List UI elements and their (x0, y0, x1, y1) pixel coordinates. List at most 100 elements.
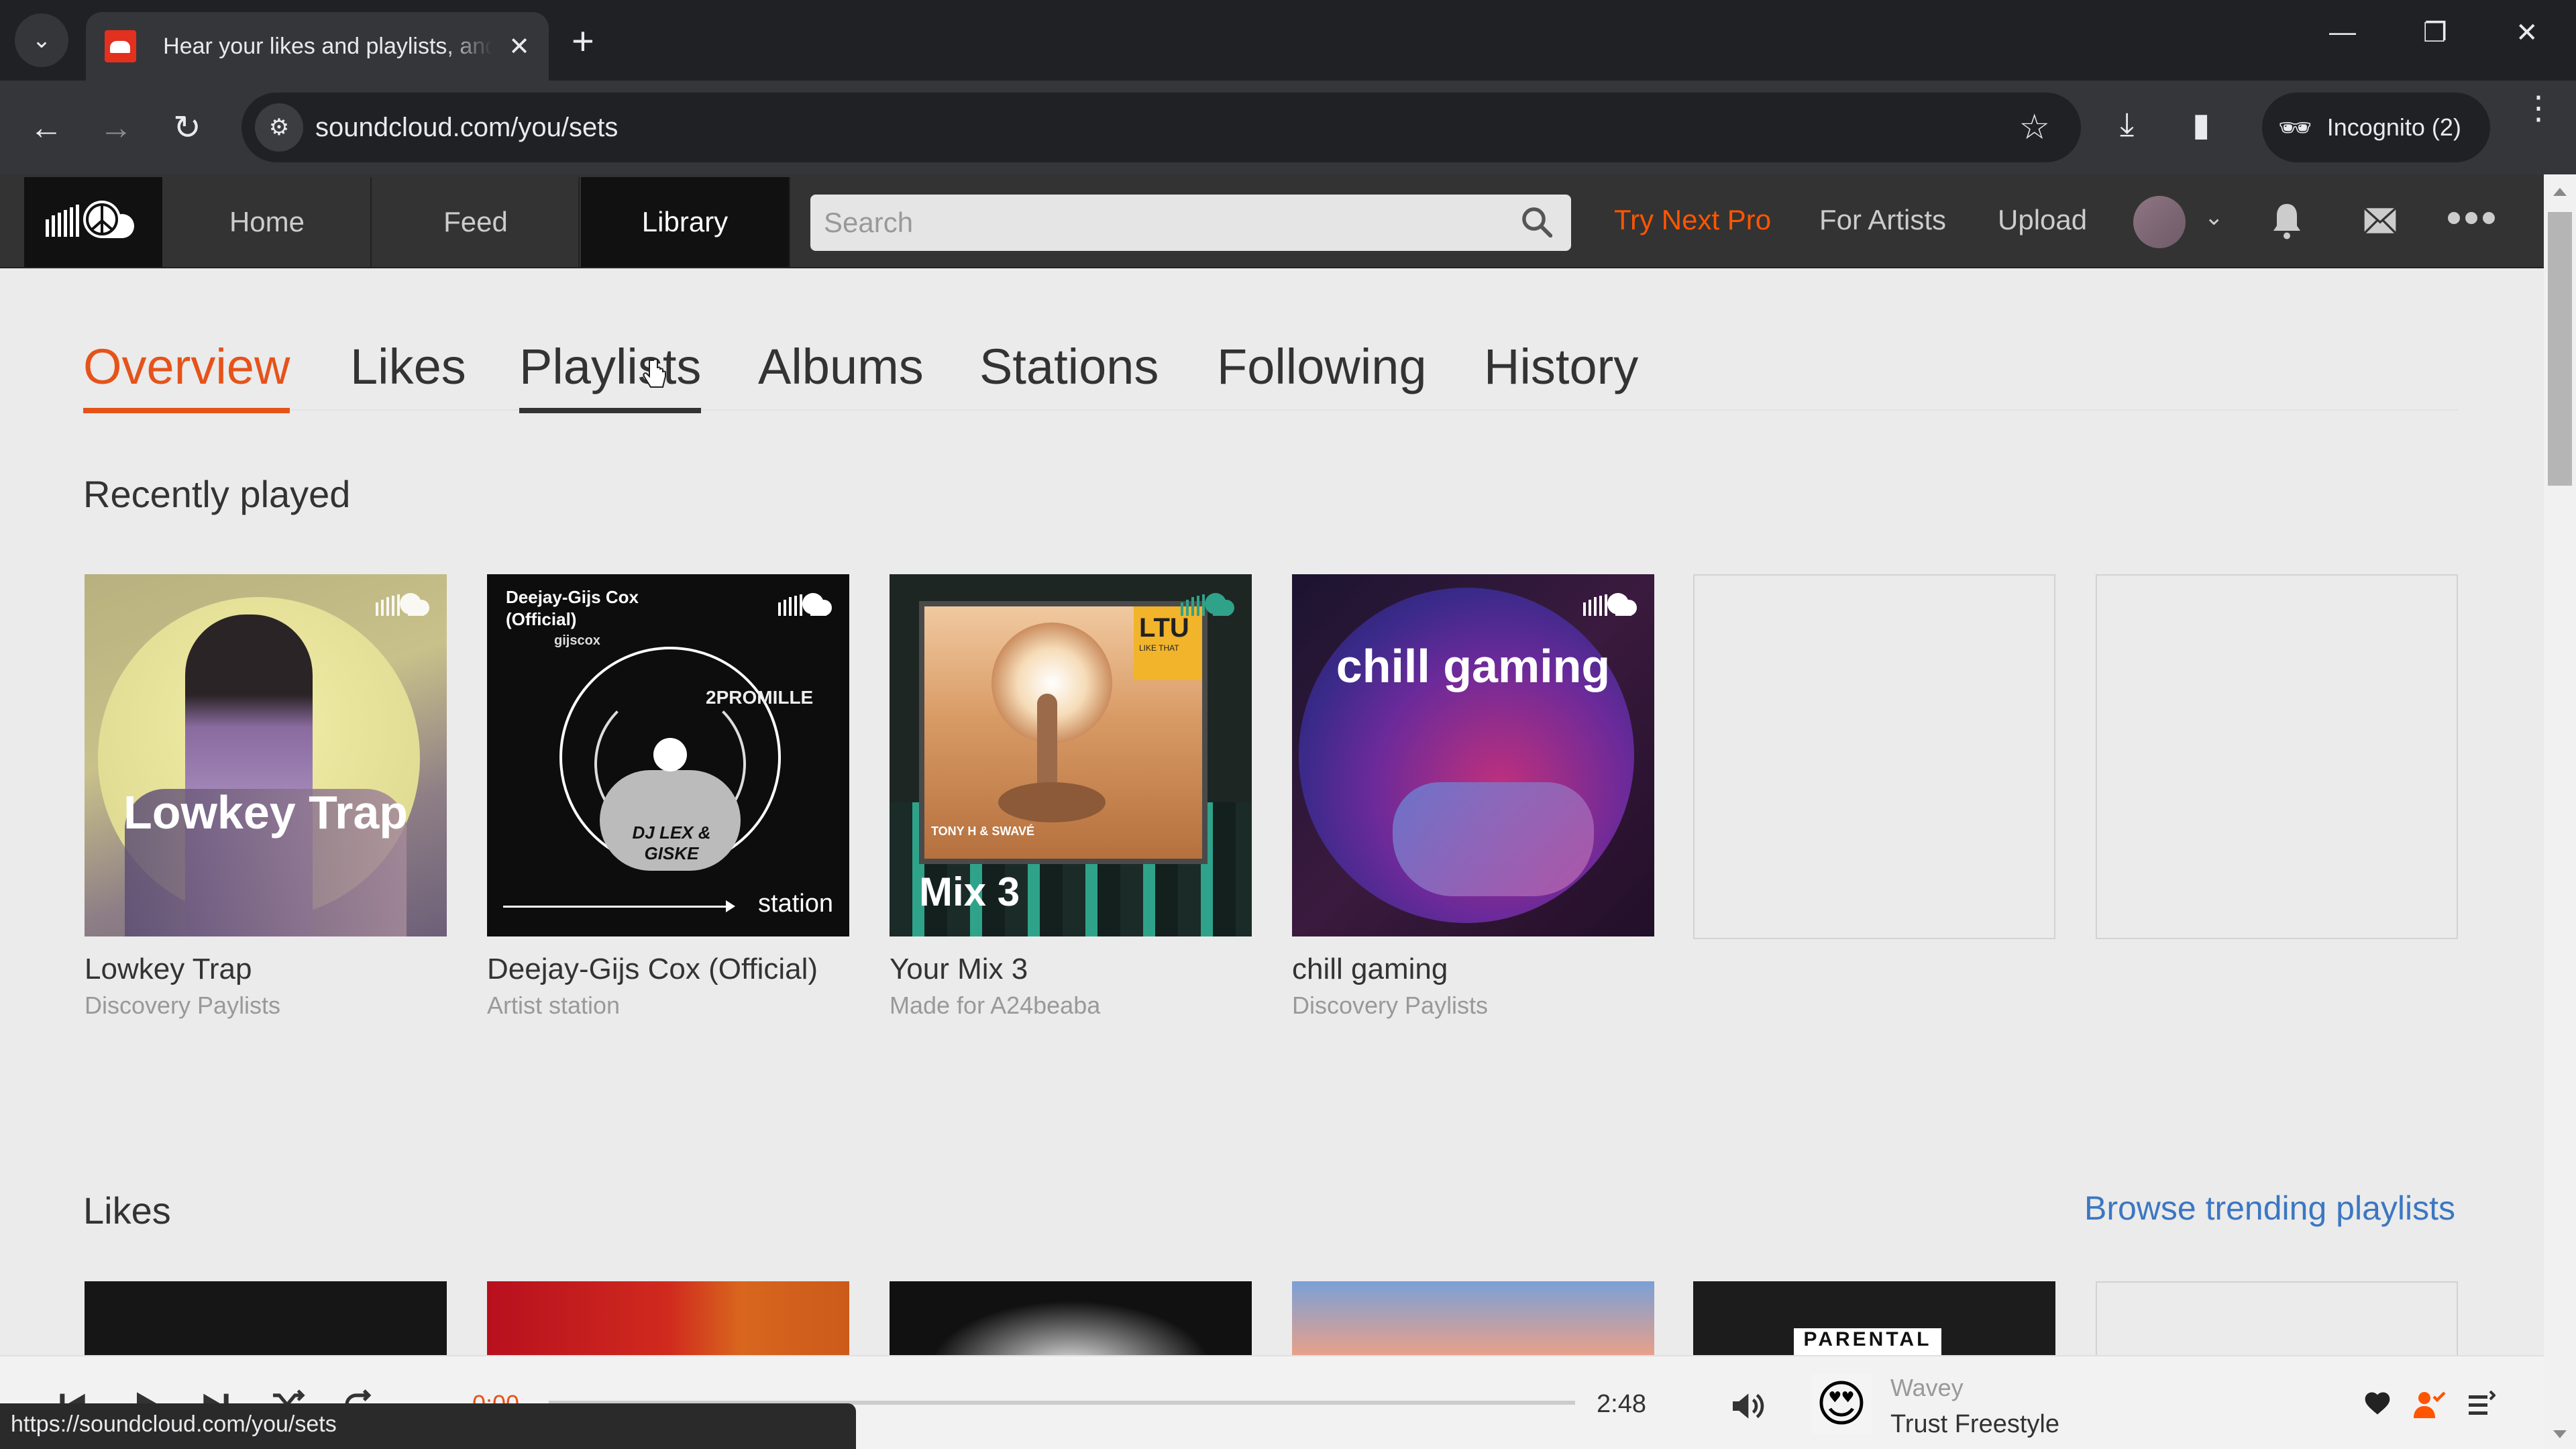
likes-heading: Likes (83, 1189, 171, 1232)
tab-title: Hear your likes and playlists, and more (163, 33, 493, 59)
recent-card[interactable]: Deejay-Gijs Cox (Official) gijscox DJ LE… (487, 574, 849, 1020)
soundcloud-mark-icon (1181, 593, 1234, 616)
card-subtitle[interactable]: Discovery Paylists (85, 991, 447, 1020)
user-avatar[interactable] (2133, 196, 2186, 248)
incognito-badge[interactable]: 🕶 Incognito (2) (2262, 93, 2490, 162)
recent-card[interactable]: Lowkey Trap Lowkey Trap Discovery Paylis… (85, 574, 447, 1020)
site-info-button[interactable]: ⚙ (255, 103, 303, 152)
card-title[interactable]: chill gaming (1292, 953, 1654, 986)
kebab-menu-icon: ⋮ (2522, 91, 2555, 126)
library-tabs: Overview Likes Playlists Albums Stations… (83, 337, 2458, 413)
now-playing-artwork[interactable]: 😍 (1811, 1374, 1872, 1434)
soundcloud-logo[interactable] (24, 177, 162, 267)
playlist-artwork[interactable]: chill gaming (1292, 574, 1654, 936)
heart-eyes-emoji-icon: 😍 (1815, 1376, 1868, 1432)
forward-button[interactable]: → (99, 109, 133, 146)
card-title[interactable]: Deejay-Gijs Cox (Official) (487, 953, 849, 986)
artwork-text: Lowkey Trap (123, 786, 409, 839)
nav-library[interactable]: Library (581, 177, 790, 267)
now-playing-title[interactable]: Trust Freestyle (1890, 1410, 2059, 1439)
search-input[interactable] (824, 201, 1495, 244)
following-user-icon[interactable] (2411, 1389, 2446, 1421)
page-scrollbar[interactable] (2544, 174, 2576, 1449)
artwork-header: Deejay-Gijs Cox (Official) (506, 587, 639, 629)
tab-stations[interactable]: Stations (979, 337, 1159, 408)
card-subtitle[interactable]: Made for A24beaba (890, 991, 1252, 1020)
card-title[interactable]: Lowkey Trap (85, 953, 447, 986)
arrow-right-icon: → (99, 109, 133, 146)
reload-button[interactable]: ↻ (173, 109, 201, 146)
soundcloud-mark-icon (376, 593, 429, 616)
library-page: Overview Likes Playlists Albums Stations… (0, 270, 2544, 1355)
volume-icon[interactable] (1727, 1387, 1767, 1425)
liked-track-artwork[interactable] (487, 1281, 849, 1355)
restore-button[interactable]: ❐ (2423, 17, 2447, 48)
card-subtitle[interactable]: Discovery Paylists (1292, 991, 1654, 1020)
hand-cursor-icon (643, 358, 666, 388)
artwork-logo-text: 2PROMILLE (706, 687, 814, 708)
reload-icon: ↻ (173, 109, 201, 146)
mail-icon[interactable] (2361, 200, 2399, 241)
close-window-button[interactable]: ✕ (2516, 17, 2538, 48)
tab-list-button[interactable]: ⌄ (15, 13, 68, 67)
card-subtitle[interactable]: Artist station (487, 991, 849, 1020)
mix-artwork[interactable]: LTU LIKE THAT TONY H & SWAVÉ Mix 3 (890, 574, 1252, 936)
address-bar[interactable]: ⚙ soundcloud.com/you/sets ☆ (241, 93, 2081, 162)
empty-artwork (2096, 574, 2458, 939)
back-button[interactable]: ← (30, 109, 63, 146)
bookmark-button[interactable]: ☆ (2019, 107, 2050, 148)
soundcloud-mark-icon (778, 593, 832, 616)
tab-likes[interactable]: Likes (350, 337, 466, 408)
recently-played-heading: Recently played (83, 473, 351, 515)
recent-card[interactable]: chill gaming chill gaming Discovery Payl… (1292, 574, 1654, 1020)
url-text[interactable]: soundcloud.com/you/sets (315, 113, 618, 143)
minimize-icon: — (2329, 17, 2356, 47)
parental-advisory-label: PARENTAL (1794, 1328, 1941, 1355)
search-box (810, 195, 1571, 251)
link-status-bubble: https://soundcloud.com/you/sets (0, 1403, 856, 1449)
nav-home[interactable]: Home (164, 177, 372, 267)
station-artwork[interactable]: Deejay-Gijs Cox (Official) gijscox DJ LE… (487, 574, 849, 936)
recent-card[interactable]: LTU LIKE THAT TONY H & SWAVÉ Mix 3 Your … (890, 574, 1252, 1020)
bell-icon[interactable] (2270, 200, 2304, 241)
chevron-down-icon[interactable]: ⌄ (2204, 204, 2224, 231)
download-icon: ⤓ (2120, 107, 2135, 142)
soundcloud-header: Home Feed Library Try Next Pro For Artis… (0, 174, 2544, 268)
close-tab-button[interactable]: ✕ (508, 32, 530, 62)
scroll-down-arrow-icon[interactable] (2553, 1430, 2567, 1438)
liked-track-artwork[interactable] (85, 1281, 447, 1355)
liked-track-artwork[interactable] (890, 1281, 1252, 1355)
tab-following[interactable]: Following (1217, 337, 1427, 408)
nav-feed[interactable]: Feed (373, 177, 580, 267)
browser-menu-button[interactable]: ⋮ (2522, 93, 2555, 125)
for-artists-link[interactable]: For Artists (1819, 204, 1946, 236)
card-title[interactable]: Your Mix 3 (890, 953, 1252, 986)
scrollbar-thumb[interactable] (2548, 212, 2572, 486)
liked-track-artwork[interactable] (1292, 1281, 1654, 1355)
upload-link[interactable]: Upload (1998, 204, 2087, 236)
try-next-pro-link[interactable]: Try Next Pro (1614, 204, 1771, 236)
browse-trending-playlists-link[interactable]: Browse trending playlists (2084, 1189, 2455, 1228)
tab-overview[interactable]: Overview (83, 337, 290, 413)
side-panel-button[interactable]: ▮ (2192, 106, 2210, 144)
soundcloud-logo-icon (46, 201, 134, 238)
tab-albums[interactable]: Albums (758, 337, 924, 408)
tab-playlists[interactable]: Playlists (519, 337, 702, 413)
search-icon[interactable] (1519, 204, 1555, 240)
incognito-label: Incognito (2) (2326, 113, 2461, 141)
queue-icon[interactable] (2466, 1389, 2496, 1421)
now-playing-artist[interactable]: Wavey (1890, 1374, 1964, 1402)
new-tab-button[interactable]: + (572, 19, 594, 64)
tab-history[interactable]: History (1484, 337, 1638, 408)
scroll-up-arrow-icon[interactable] (2553, 188, 2567, 196)
like-heart-icon[interactable] (2363, 1389, 2392, 1418)
empty-card-placeholder (1693, 574, 2055, 939)
liked-track-artwork[interactable]: PARENTAL (1693, 1281, 2055, 1355)
artwork-text: Mix 3 (919, 869, 1020, 914)
more-options-icon[interactable] (2447, 207, 2496, 229)
playlist-artwork[interactable]: Lowkey Trap (85, 574, 447, 936)
minimize-button[interactable]: — (2329, 17, 2356, 48)
artwork-disc-text: DJ LEX & GISKE (632, 822, 711, 863)
browser-tab[interactable]: Hear your likes and playlists, and more … (86, 12, 549, 80)
downloads-button[interactable]: ⤓ (2120, 106, 2134, 144)
